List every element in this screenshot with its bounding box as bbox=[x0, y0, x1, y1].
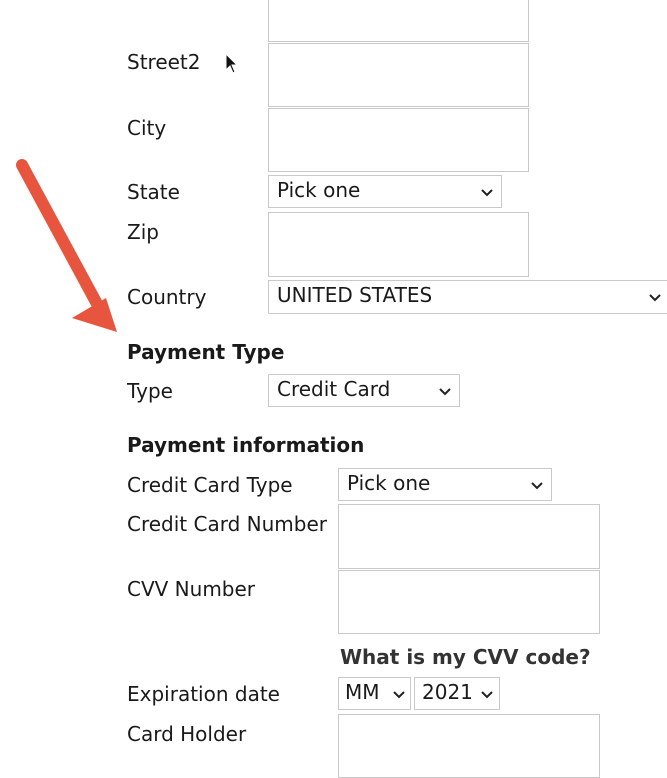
payment-type-heading: Payment Type bbox=[127, 340, 285, 364]
payment-type-select-value: Credit Card bbox=[277, 377, 391, 401]
chevron-down-icon bbox=[481, 690, 493, 698]
city-input[interactable] bbox=[268, 108, 529, 172]
country-select[interactable]: UNITED STATES bbox=[268, 280, 667, 314]
expiration-month-select[interactable]: MM bbox=[338, 677, 411, 710]
credit-card-type-label: Credit Card Type bbox=[127, 473, 293, 497]
card-holder-input[interactable] bbox=[338, 714, 600, 778]
zip-input[interactable] bbox=[268, 212, 529, 277]
credit-card-type-select-value: Pick one bbox=[347, 471, 431, 495]
cvv-number-label: CVV Number bbox=[127, 577, 256, 601]
state-select[interactable]: Pick one bbox=[268, 175, 502, 208]
expiration-month-value: MM bbox=[345, 680, 380, 704]
expiration-date-label: Expiration date bbox=[127, 682, 280, 706]
street2-input[interactable] bbox=[268, 43, 529, 107]
street-input[interactable] bbox=[268, 0, 529, 42]
annotation-arrow-icon bbox=[16, 159, 117, 332]
chevron-down-icon bbox=[481, 188, 493, 196]
chevron-down-icon bbox=[531, 481, 543, 489]
mouse-cursor-icon bbox=[225, 53, 239, 74]
payment-type-select[interactable]: Credit Card bbox=[268, 374, 460, 407]
state-select-value: Pick one bbox=[277, 178, 361, 202]
chevron-down-icon bbox=[393, 690, 405, 698]
expiration-year-value: 2021 bbox=[422, 680, 473, 704]
street2-label: Street2 bbox=[127, 50, 201, 74]
credit-card-number-input[interactable] bbox=[338, 504, 600, 569]
chevron-down-icon bbox=[439, 387, 451, 395]
country-label: Country bbox=[127, 285, 207, 309]
credit-card-type-select[interactable]: Pick one bbox=[338, 468, 552, 501]
city-label: City bbox=[127, 116, 167, 140]
chevron-down-icon bbox=[649, 294, 661, 302]
type-label: Type bbox=[127, 379, 173, 403]
credit-card-number-label: Credit Card Number bbox=[127, 512, 327, 536]
country-select-value: UNITED STATES bbox=[277, 283, 433, 307]
cvv-help-link[interactable]: What is my CVV code? bbox=[340, 645, 591, 669]
zip-label: Zip bbox=[127, 220, 159, 244]
payment-information-heading: Payment information bbox=[127, 433, 365, 457]
expiration-year-select[interactable]: 2021 bbox=[414, 677, 500, 710]
state-label: State bbox=[127, 180, 180, 204]
cvv-number-input[interactable] bbox=[338, 570, 600, 634]
card-holder-label: Card Holder bbox=[127, 722, 247, 746]
